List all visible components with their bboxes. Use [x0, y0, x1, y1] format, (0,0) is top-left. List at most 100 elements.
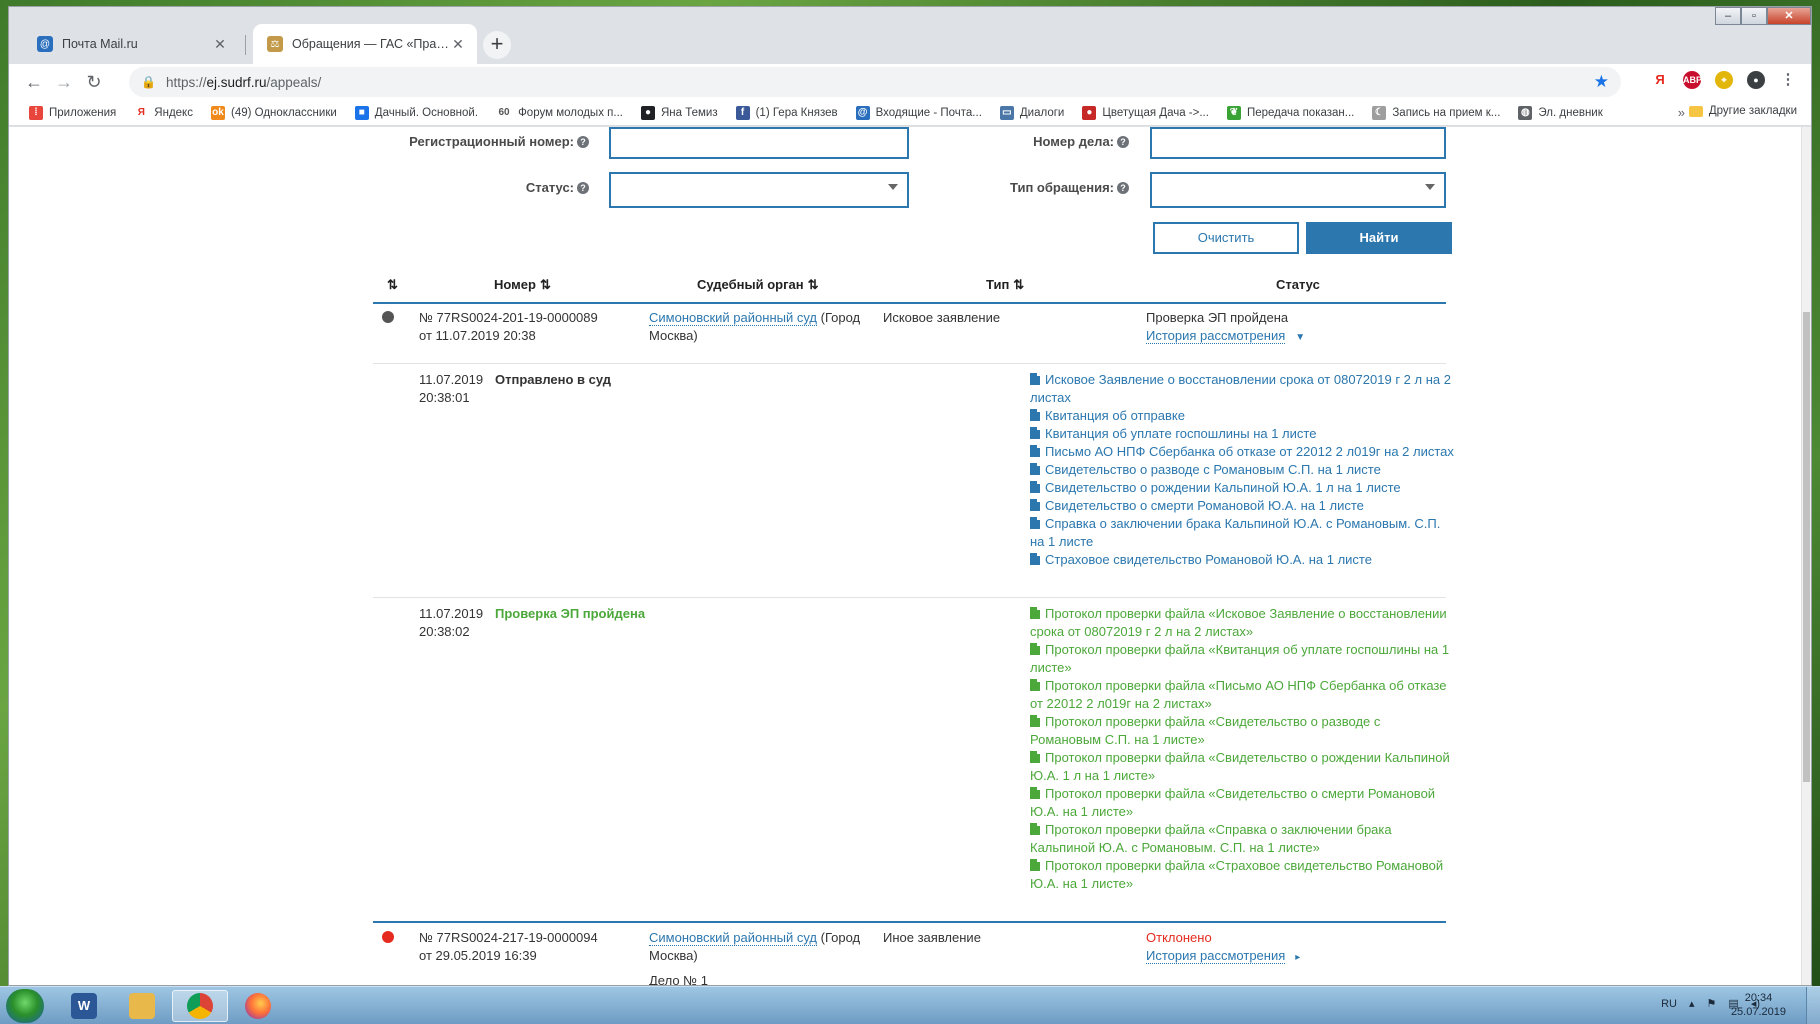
yellow-extension-icon[interactable]: ⌖ [1715, 71, 1733, 89]
other-bookmarks[interactable]: Другие закладки [1688, 105, 1797, 117]
taskbar-word[interactable]: W [56, 990, 112, 1022]
more-bookmarks-chevron-icon[interactable]: » [1678, 105, 1685, 120]
bookmarks-bar: ⁞ Приложения Я Яндекс ok (49) Одноклассники… [9, 100, 1811, 126]
document-link[interactable]: Свидетельство о разводе с Романовым С.П.… [1030, 461, 1455, 479]
taskbar-explorer[interactable] [114, 990, 170, 1022]
taskbar-chrome[interactable] [172, 990, 228, 1022]
reg-number-input[interactable] [609, 127, 909, 159]
protocol-link[interactable]: Протокол проверки файла «Свидетельство о… [1030, 785, 1455, 821]
minimize-button[interactable]: – [1715, 7, 1741, 25]
document-link[interactable]: Письмо АО НПФ Сбербанка об отказе от 220… [1030, 443, 1455, 461]
court-link[interactable]: Симоновский районный суд [649, 310, 817, 326]
protocol-link[interactable]: Протокол проверки файла «Справка о заклю… [1030, 821, 1455, 857]
bookmark-forum[interactable]: 60 Форум молодых п... [496, 106, 623, 120]
appeal-type-select[interactable] [1150, 172, 1446, 208]
protocol-link[interactable]: Протокол проверки файла «Страховое свиде… [1030, 857, 1455, 893]
chevron-right-icon[interactable]: ▸ [1295, 952, 1300, 963]
document-title: Протокол проверки файла «Исковое Заявлен… [1030, 606, 1447, 639]
help-icon[interactable]: ? [577, 182, 589, 194]
close-icon[interactable]: ✕ [211, 36, 229, 53]
protocol-link[interactable]: Протокол проверки файла «Свидетельство о… [1030, 749, 1455, 785]
bookmark-readings[interactable]: ❦ Передача показан... [1226, 105, 1355, 120]
reload-button[interactable]: ↻ [79, 72, 109, 93]
firefox-icon [245, 993, 271, 1019]
protocol-link[interactable]: Протокол проверки файла «Письмо АО НПФ С… [1030, 677, 1455, 713]
taskbar-firefox[interactable] [230, 990, 286, 1022]
spy-icon: ● [640, 105, 655, 120]
profile-avatar[interactable]: ● [1747, 71, 1765, 89]
find-button[interactable]: Найти [1306, 222, 1452, 254]
tray-arrow-icon[interactable]: ▴ [1689, 997, 1695, 1010]
document-link[interactable]: Свидетельство о смерти Романовой Ю.А. на… [1030, 497, 1455, 515]
globe-icon: ◍ [1518, 105, 1533, 120]
case-number-input[interactable] [1150, 127, 1446, 159]
help-icon[interactable]: ? [1117, 182, 1129, 194]
help-icon[interactable]: ? [577, 136, 589, 148]
bookmark-diary[interactable]: ◍ Эл. дневник [1518, 105, 1603, 120]
tab-appeals[interactable]: ⚖ Обращения — ГАС «Правосудие» ✕ [253, 24, 477, 64]
status-select[interactable] [609, 172, 909, 208]
back-button[interactable]: ← [19, 72, 49, 93]
history-cell: История рассмотрения ▸ [1146, 947, 1300, 967]
document-link[interactable]: Справка о заключении брака Кальпиной Ю.А… [1030, 515, 1455, 551]
document-link[interactable]: Квитанция об отправке [1030, 407, 1455, 425]
history-link[interactable]: История рассмотрения [1146, 948, 1286, 964]
bookmark-dacha[interactable]: ■ Дачный. Основной. [354, 105, 478, 120]
bookmark-gera[interactable]: f (1) Гера Князев [735, 105, 838, 120]
forward-button[interactable]: → [49, 72, 79, 93]
maximize-button[interactable]: ▫ [1741, 7, 1767, 25]
event-divider [373, 597, 1446, 598]
type-header[interactable]: Тип ⇅ [986, 277, 1024, 293]
number-header[interactable]: Номер ⇅ [494, 277, 551, 293]
history-link[interactable]: История рассмотрения [1146, 328, 1286, 344]
document-title: Свидетельство о рождении Кальпиной Ю.А. … [1045, 480, 1401, 495]
clock[interactable]: 20:34 25.07.2019 [1731, 991, 1786, 1019]
protocol-link[interactable]: Протокол проверки файла «Свидетельство о… [1030, 713, 1455, 749]
protocol-link[interactable]: Протокол проверки файла «Исковое Заявлен… [1030, 605, 1455, 641]
language-indicator[interactable]: RU [1661, 998, 1677, 1010]
clear-button[interactable]: Очистить [1153, 222, 1299, 254]
menu-icon[interactable]: ⋮ [1779, 71, 1797, 89]
bookmark-appointment[interactable]: ☾ Запись на прием к... [1372, 105, 1500, 120]
adblock-icon[interactable]: ABP [1683, 71, 1702, 89]
bookmark-odnoklassniki[interactable]: ok (49) Одноклассники [210, 105, 337, 120]
document-link[interactable]: Свидетельство о рождении Кальпиной Ю.А. … [1030, 479, 1455, 497]
help-icon[interactable]: ? [1117, 136, 1129, 148]
bookmark-label: Приложения [49, 106, 117, 119]
page-scrollbar[interactable] [1801, 127, 1811, 985]
bookmark-apps[interactable]: ⁞ Приложения [29, 105, 117, 120]
url-scheme: https:// [165, 74, 207, 90]
show-desktop-button[interactable] [1806, 987, 1820, 1024]
appeal-type-label: Тип обращения:? [929, 180, 1129, 195]
address-bar[interactable]: 🔒 https://ej.sudrf.ru/appeals/ ★ [129, 67, 1621, 97]
bookmark-flower[interactable]: ● Цветущая Дача ->... [1082, 105, 1209, 120]
close-icon[interactable]: ✕ [449, 36, 467, 53]
sort-all-header[interactable]: ⇅ [383, 277, 398, 293]
document-title: Протокол проверки файла «Справка о заклю… [1030, 822, 1392, 855]
case-reference: Дело № 1 [649, 973, 708, 986]
bookmark-inbox[interactable]: @ Входящие - Почта... [855, 105, 982, 120]
yandex-extension-icon[interactable]: Я [1651, 71, 1669, 89]
bookmark-yana[interactable]: ● Яна Темиз [640, 105, 718, 120]
court-header[interactable]: Судебный орган ⇅ [697, 277, 818, 293]
bookmark-yandex[interactable]: Я Яндекс [134, 106, 193, 120]
start-button[interactable] [6, 989, 44, 1023]
bookmark-label: Передача показан... [1246, 106, 1355, 119]
document-link[interactable]: Страховое свидетельство Романовой Ю.А. н… [1030, 551, 1455, 569]
new-tab-button[interactable]: + [483, 31, 511, 59]
document-icon [1030, 499, 1040, 511]
tab-mail[interactable]: @ Почта Mail.ru ✕ [23, 24, 239, 64]
document-icon [1030, 427, 1040, 439]
protocol-link[interactable]: Протокол проверки файла «Квитанция об уп… [1030, 641, 1455, 677]
scrollbar-thumb[interactable] [1803, 312, 1810, 782]
chevron-down-icon[interactable]: ▼ [1295, 332, 1305, 343]
table-header-rule [373, 302, 1446, 304]
document-link[interactable]: Квитанция об уплате госпошлины на 1 лист… [1030, 425, 1455, 443]
court-link[interactable]: Симоновский районный суд [649, 930, 817, 946]
event-title: Отправлено в суд [495, 372, 612, 387]
bookmark-star-icon[interactable]: ★ [1594, 72, 1609, 92]
document-link[interactable]: Исковое Заявление о восстановлении срока… [1030, 371, 1455, 407]
flag-icon[interactable]: ⚑ [1707, 997, 1717, 1010]
bookmark-dialogs[interactable]: ▭ Диалоги [999, 105, 1064, 120]
window-close-button[interactable]: ✕ [1767, 7, 1811, 25]
